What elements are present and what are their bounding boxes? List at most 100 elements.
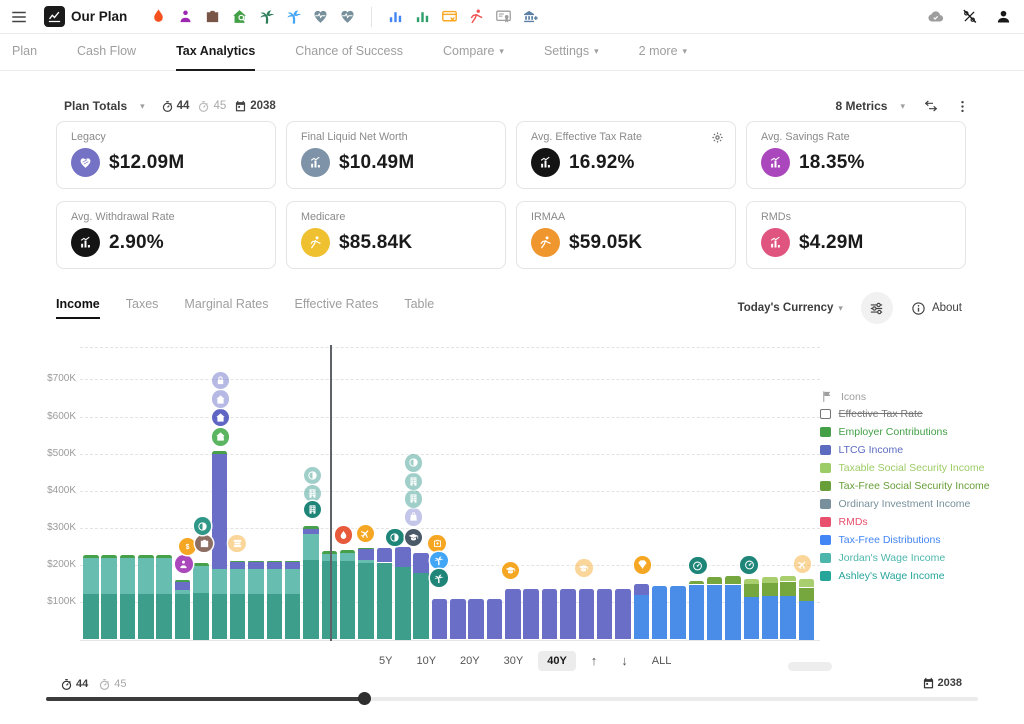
bar-segment[interactable] xyxy=(120,594,136,639)
toolbar-runner-icon[interactable] xyxy=(468,8,485,25)
legend-item-ltcg-income[interactable]: LTCG Income xyxy=(820,444,903,456)
nav-tab-cash-flow[interactable]: Cash Flow xyxy=(77,33,136,71)
bar-segment[interactable] xyxy=(230,569,246,594)
bar-segment[interactable] xyxy=(212,594,228,639)
toolbar-chart-icon[interactable] xyxy=(414,8,431,25)
kebab-menu-icon[interactable] xyxy=(955,99,970,114)
legend-item-tax-free-social-security-income[interactable]: Tax-Free Social Security Income xyxy=(820,480,990,492)
scroll-down-button[interactable]: ↓ xyxy=(612,649,637,672)
bar-segment[interactable] xyxy=(101,555,117,558)
nav-tab-settings[interactable]: Settings▾ xyxy=(544,33,599,71)
marker-building-icon[interactable] xyxy=(304,501,322,519)
legend-item-effective-tax-rate[interactable]: Effective Tax Rate xyxy=(820,408,923,420)
bar-segment[interactable] xyxy=(120,558,136,594)
toolbar-palm-icon[interactable] xyxy=(285,8,302,25)
currency-selector[interactable]: Today's Currency▾ xyxy=(738,302,843,314)
toolbar-heart-pulse-icon[interactable] xyxy=(339,8,356,25)
marker-medkit-icon[interactable] xyxy=(428,535,446,553)
bar-segment[interactable] xyxy=(175,582,191,590)
bar-segment[interactable] xyxy=(303,534,319,560)
chart-filter-button[interactable] xyxy=(861,292,893,324)
marker-grad-icon[interactable] xyxy=(502,562,520,580)
bar-segment[interactable] xyxy=(744,584,760,597)
legend-item-icons[interactable]: Icons xyxy=(820,390,866,403)
toolbar-person-icon[interactable] xyxy=(177,8,194,25)
bar-segment[interactable] xyxy=(780,596,796,640)
marker-bag-icon[interactable] xyxy=(405,508,423,526)
marker-briefcase-icon[interactable] xyxy=(195,535,213,553)
bar-segment[interactable] xyxy=(285,594,301,639)
bar-segment[interactable] xyxy=(175,590,191,595)
nav-tab-tax-analytics[interactable]: Tax Analytics xyxy=(176,33,255,71)
metrics-count-selector[interactable]: 8 Metrics xyxy=(835,99,887,113)
marker-books-icon[interactable] xyxy=(228,535,246,553)
marker-palm-icon[interactable] xyxy=(430,569,448,587)
bar-segment[interactable] xyxy=(413,573,429,639)
marker-house-icon[interactable] xyxy=(212,409,230,427)
bar-segment[interactable] xyxy=(340,550,356,553)
swap-arrows-icon[interactable] xyxy=(923,98,939,114)
bar-segment[interactable] xyxy=(762,577,778,583)
legend-item-ashley-s-wage-income[interactable]: Ashley's Wage Income xyxy=(820,570,945,582)
range-button-5y[interactable]: 5Y xyxy=(370,651,401,671)
bar-segment[interactable] xyxy=(83,594,99,639)
bar-segment[interactable] xyxy=(689,581,705,585)
legend-item-rmds[interactable]: RMDs xyxy=(820,516,868,528)
bar-segment[interactable] xyxy=(780,582,796,596)
bar-segment[interactable] xyxy=(138,558,154,594)
bar-segment[interactable] xyxy=(762,596,778,640)
toolbar-briefcase-icon[interactable] xyxy=(204,8,221,25)
legend-item-jordan-s-wage-income[interactable]: Jordan's Wage Income xyxy=(820,552,945,564)
bar-segment[interactable] xyxy=(267,561,283,562)
bar-segment[interactable] xyxy=(615,589,631,639)
nav-tab-2-more[interactable]: 2 more▾ xyxy=(639,33,687,71)
toolbar-palm-icon[interactable] xyxy=(258,8,275,25)
range-button-40y[interactable]: 40Y xyxy=(538,651,576,671)
bar-segment[interactable] xyxy=(303,526,319,529)
bar-segment[interactable] xyxy=(156,558,172,594)
legend-item-tax-free-distributions[interactable]: Tax-Free Distributions xyxy=(820,534,941,546)
bar-segment[interactable] xyxy=(285,562,301,569)
marker-house-icon[interactable] xyxy=(212,390,230,408)
marker-dollar-icon[interactable]: $ xyxy=(179,538,197,556)
toolbar-bank-plus-icon[interactable] xyxy=(522,8,539,25)
percent-off-icon[interactable] xyxy=(961,8,978,25)
account-icon[interactable] xyxy=(995,8,1012,25)
bar-segment[interactable] xyxy=(377,548,393,562)
bar-segment[interactable] xyxy=(413,553,429,573)
bar-segment[interactable] xyxy=(230,562,246,569)
bar-segment[interactable] xyxy=(689,585,705,640)
chevron-down-icon[interactable]: ▾ xyxy=(900,101,905,112)
bar-segment[interactable] xyxy=(138,555,154,558)
bar-segment[interactable] xyxy=(579,589,595,640)
marker-pie-icon[interactable] xyxy=(194,517,212,535)
scope-selector[interactable]: Plan Totals xyxy=(64,99,127,113)
bar-segment[interactable] xyxy=(285,569,301,594)
bar-segment[interactable] xyxy=(248,569,264,594)
bar-segment[interactable] xyxy=(762,583,778,596)
bar-segment[interactable] xyxy=(175,580,191,582)
bar-segment[interactable] xyxy=(670,586,686,640)
bar-segment[interactable] xyxy=(340,553,356,561)
bar-segment[interactable] xyxy=(83,558,99,594)
bar-segment[interactable] xyxy=(285,561,301,562)
marker-building-icon[interactable] xyxy=(304,485,322,503)
toolbar-certificate-icon[interactable] xyxy=(495,8,512,25)
bar-segment[interactable] xyxy=(101,594,117,639)
bar-segment[interactable] xyxy=(744,597,760,640)
marker-grad-icon[interactable] xyxy=(405,529,423,547)
bar-segment[interactable] xyxy=(450,599,466,640)
marker-gauge-icon[interactable] xyxy=(689,557,707,575)
bar-segment[interactable] xyxy=(358,548,374,549)
about-button[interactable]: About xyxy=(911,301,962,316)
chart-tab-marginal-rates[interactable]: Marginal Rates xyxy=(184,297,268,319)
chart-tab-effective-rates[interactable]: Effective Rates xyxy=(295,297,379,319)
nav-tab-compare[interactable]: Compare▾ xyxy=(443,33,504,71)
bar-segment[interactable] xyxy=(395,547,411,567)
marker-lock-icon[interactable] xyxy=(212,372,230,390)
range-button-10y[interactable]: 10Y xyxy=(407,651,445,671)
bar-segment[interactable] xyxy=(542,589,558,640)
bar-segment[interactable] xyxy=(83,555,99,558)
range-button-30y[interactable]: 30Y xyxy=(495,651,533,671)
bar-segment[interactable] xyxy=(156,555,172,558)
